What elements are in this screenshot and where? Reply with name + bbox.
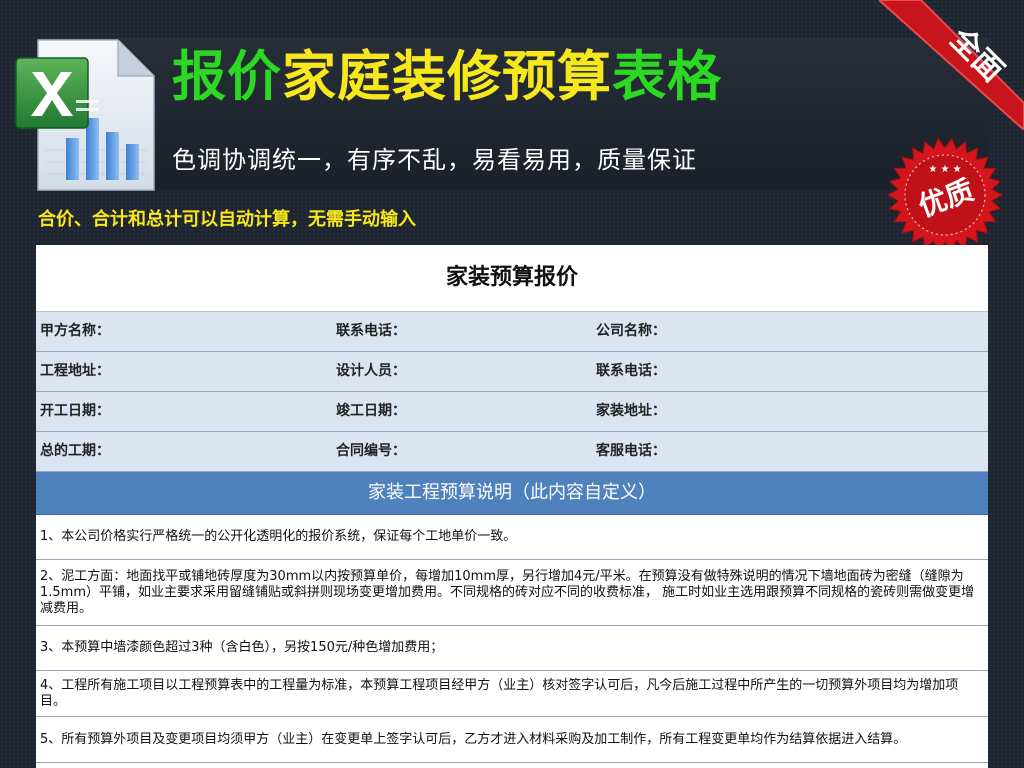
info-row: 工程地址： 设计人员： 联系电话： xyxy=(36,352,988,392)
title-part-3: 表格 xyxy=(612,45,722,108)
start-date-label: 开工日期： xyxy=(40,403,110,419)
designer-label: 设计人员： xyxy=(336,363,406,379)
contact-phone-label: 联系电话： xyxy=(336,323,406,339)
party-a-name-label: 甲方名称： xyxy=(40,323,110,339)
title-part-2: 家庭装修预算 xyxy=(282,45,612,108)
info-row: 甲方名称： 联系电话： 公司名称： xyxy=(36,312,988,352)
note-text: 3、本预算中墙漆颜色超过3种（含白色），另按150元/种色增加费用； xyxy=(40,640,444,655)
contract-number-label: 合同编号： xyxy=(336,443,406,459)
total-duration-label: 总的工期： xyxy=(40,443,110,459)
company-name-label: 公司名称： xyxy=(596,323,666,339)
badge-stars: ★ ★ ★ xyxy=(928,164,961,175)
note-row: 4、工程所有施工项目以工程预算表中的工程量为标准，本预算工程项目经甲方（业主）核… xyxy=(36,671,988,717)
page-subtitle: 色调协调统一，有序不乱，易看易用，质量保证 xyxy=(172,146,697,174)
note-row: 5、所有预算外项目及变更项目均须甲方（业主）在变更单上签字认可后，乙方才进入材料… xyxy=(36,717,988,763)
excel-chart-icon xyxy=(15,39,155,191)
service-phone-label: 客服电话： xyxy=(596,443,666,459)
home-address-label: 家装地址： xyxy=(596,403,666,419)
title-part-1: 报价 xyxy=(172,45,282,108)
page-title: 报价家庭装修预算表格 xyxy=(172,50,722,104)
note-row: 3、本预算中墙漆颜色超过3种（含白色），另按150元/种色增加费用； xyxy=(36,626,988,671)
note-row: 1、本公司价格实行严格统一的公开化透明化的报价系统，保证每个工地单价一致。 xyxy=(36,515,988,560)
sheet-title: 家装预算报价 xyxy=(36,245,988,312)
auto-calc-notice: 合价、合计和总计可以自动计算，无需手动输入 xyxy=(38,209,416,230)
starburst-badge: ★ ★ ★ 优质 xyxy=(886,137,1004,253)
note-text: 5、所有预算外项目及变更项目均须甲方（业主）在变更单上签字认可后，乙方才进入材料… xyxy=(40,731,907,747)
budget-sheet: 家装预算报价 甲方名称： 联系电话： 公司名称： 工程地址： 设计人员： 联系电… xyxy=(36,245,988,768)
project-address-label: 工程地址： xyxy=(40,363,110,379)
info-row: 总的工期： 合同编号： 客服电话： xyxy=(36,432,988,472)
note-text: 4、工程所有施工项目以工程预算表中的工程量为标准，本预算工程项目经甲方（业主）核… xyxy=(40,677,959,709)
info-row: 开工日期： 竣工日期： 家装地址： xyxy=(36,392,988,432)
note-text: 1、本公司价格实行严格统一的公开化透明化的报价系统，保证每个工地单价一致。 xyxy=(40,529,517,544)
note-row: 2、泥工方面：地面找平或铺地砖厚度为30mm以内按预算单价，每增加10mm厚，另… xyxy=(36,560,988,626)
designer-phone-label: 联系电话： xyxy=(596,363,666,379)
corner-ribbon: 全面 xyxy=(879,0,1024,130)
completion-date-label: 竣工日期： xyxy=(336,403,406,419)
note-text: 2、泥工方面：地面找平或铺地砖厚度为30mm以内按预算单价，每增加10mm厚，另… xyxy=(40,568,975,616)
section-header: 家装工程预算说明（此内容自定义） xyxy=(36,472,988,515)
